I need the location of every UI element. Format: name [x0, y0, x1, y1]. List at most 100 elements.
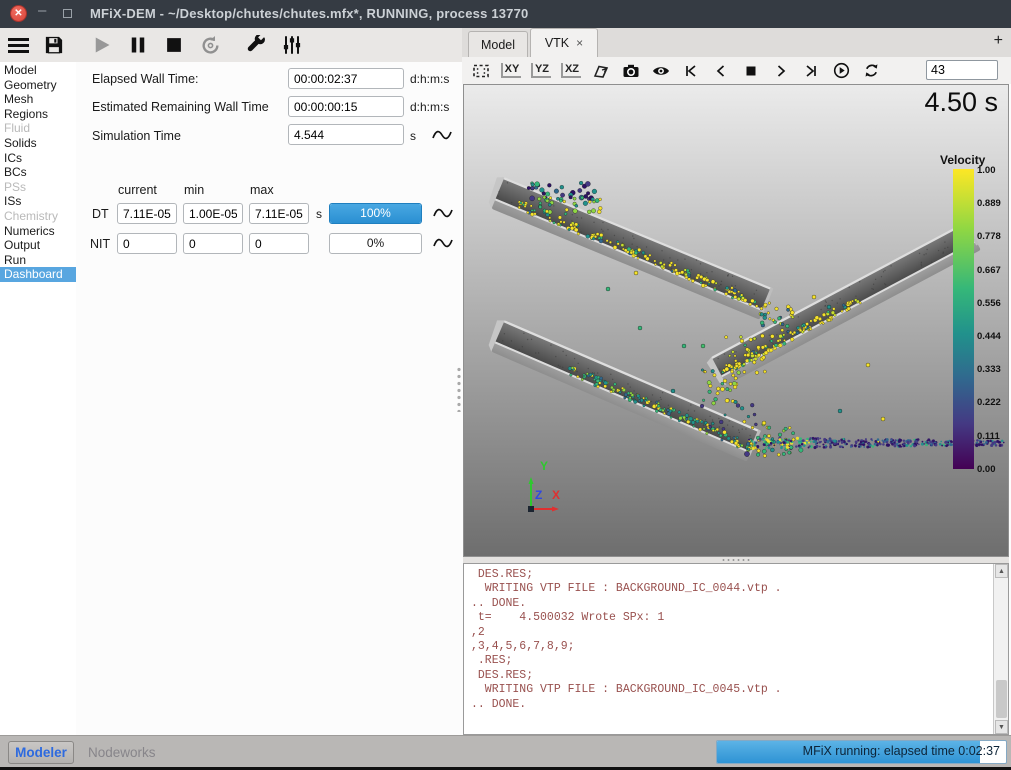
reset-button[interactable]: [192, 30, 228, 60]
elapsed-wall-time-input[interactable]: [288, 68, 404, 89]
console-output[interactable]: DES.RES; WRITING VTP FILE : BACKGROUND_I…: [463, 563, 1009, 735]
nodeworks-mode-button[interactable]: Nodeworks: [88, 741, 156, 764]
vtk-render-view[interactable]: 4.50 s Velocity 1.000.8890.7780.6670.556…: [463, 84, 1009, 557]
colorbar-tick-label: 0.444: [977, 331, 1001, 342]
tab-vtk-label: VTK: [545, 36, 569, 50]
run-button[interactable]: [84, 30, 120, 60]
sidebar-item-run[interactable]: Run: [0, 253, 76, 268]
stop-icon: [164, 35, 184, 55]
first-frame-button[interactable]: [678, 59, 704, 82]
tab-vtk[interactable]: VTK ×: [530, 28, 598, 57]
camera-icon: [622, 63, 640, 79]
console-line: WRITING VTP FILE : BACKGROUND_IC_0045.vt…: [471, 683, 992, 697]
axis-y-label: Y: [540, 459, 548, 473]
skip-last-icon: [804, 64, 818, 78]
frame-number-input[interactable]: [926, 60, 998, 80]
colorbar-tick-label: 0.889: [977, 198, 1001, 209]
vtk-toolbar: XY YZ XZ: [462, 57, 1011, 84]
nit-min-input[interactable]: [183, 233, 243, 254]
window-close-button[interactable]: ✕: [10, 5, 27, 22]
save-button[interactable]: [36, 30, 72, 60]
vertical-splitter[interactable]: [457, 366, 461, 412]
scroll-down-icon[interactable]: ▼: [995, 720, 1008, 734]
dt-row-label: DT: [92, 207, 109, 221]
visibility-button[interactable]: [648, 59, 674, 82]
dt-current-input[interactable]: [117, 203, 177, 224]
app-window: ✕ – MFiX-DEM - ~/Desktop/chutes/chutes.m…: [0, 0, 1011, 770]
sidebar-item-solids[interactable]: Solids: [0, 136, 76, 151]
sidebar-item-fluid: Fluid: [0, 121, 76, 136]
window-maximize-button[interactable]: [63, 9, 72, 18]
sidebar: ModelGeometryMeshRegionsFluidSolidsICsBC…: [0, 62, 76, 735]
console-lines: DES.RES; WRITING VTP FILE : BACKGROUND_I…: [464, 566, 992, 734]
hamburger-icon: [8, 38, 29, 53]
scroll-up-icon[interactable]: ▲: [995, 564, 1008, 578]
plot-nit-icon[interactable]: [433, 236, 453, 249]
tab-model-label: Model: [481, 38, 515, 52]
last-frame-button[interactable]: [798, 59, 824, 82]
sidebar-item-bcs[interactable]: BCs: [0, 165, 76, 180]
play-icon: [92, 35, 112, 55]
sidebar-item-model[interactable]: Model: [0, 63, 76, 78]
stop-playback-button[interactable]: [738, 59, 764, 82]
view-yz-button[interactable]: YZ: [528, 59, 554, 82]
modeler-mode-button[interactable]: Modeler: [8, 741, 74, 764]
perspective-button[interactable]: [588, 59, 614, 82]
nit-current-input[interactable]: [117, 233, 177, 254]
colorbar-tick-label: 0.333: [977, 364, 1001, 375]
save-icon: [44, 35, 64, 55]
reset-view-button[interactable]: [468, 59, 494, 82]
col-header-min: min: [184, 183, 204, 197]
sidebar-item-mesh[interactable]: Mesh: [0, 92, 76, 107]
screenshot-button[interactable]: [618, 59, 644, 82]
simulation-time-input[interactable]: [288, 124, 404, 145]
colorbar-tick-label: 0.556: [977, 298, 1001, 309]
col-header-current: current: [118, 183, 157, 197]
pause-icon: [128, 35, 148, 55]
dt-min-input[interactable]: [183, 203, 243, 224]
view-xz-button[interactable]: XZ: [558, 59, 584, 82]
sliders-icon: [282, 35, 302, 55]
add-tab-button[interactable]: +: [994, 32, 1003, 50]
skip-first-icon: [684, 64, 698, 78]
sidebar-item-dashboard[interactable]: Dashboard: [0, 267, 76, 282]
previous-frame-button[interactable]: [708, 59, 734, 82]
console-scrollbar[interactable]: ▲ ▼: [993, 564, 1008, 734]
remaining-wall-time-unit: d:h:m:s: [410, 100, 449, 114]
plot-simulation-time-icon[interactable]: [432, 128, 452, 141]
stop-playback-icon: [744, 64, 758, 78]
nit-row-label: NIT: [90, 237, 110, 251]
settings-button[interactable]: [238, 30, 274, 60]
titlebar: ✕ – MFiX-DEM - ~/Desktop/chutes/chutes.m…: [0, 0, 1011, 28]
stop-button[interactable]: [156, 30, 192, 60]
window-minimize-button[interactable]: –: [38, 2, 46, 19]
sidebar-item-numerics[interactable]: Numerics: [0, 224, 76, 239]
remaining-wall-time-input[interactable]: [288, 96, 404, 117]
next-frame-button[interactable]: [768, 59, 794, 82]
dashboard-panel: Elapsed Wall Time: d:h:m:s Estimated Rem…: [76, 62, 462, 735]
refresh-icon: [863, 62, 880, 79]
tab-vtk-close-icon[interactable]: ×: [576, 38, 583, 48]
window-title: MFiX-DEM - ~/Desktop/chutes/chutes.mfx*,…: [90, 6, 528, 21]
view-xy-button[interactable]: XY: [498, 59, 524, 82]
sidebar-item-iss[interactable]: ISs: [0, 194, 76, 209]
play-animation-button[interactable]: [828, 59, 854, 82]
sidebar-item-geometry[interactable]: Geometry: [0, 78, 76, 93]
scroll-thumb[interactable]: [996, 680, 1007, 718]
pause-button[interactable]: [120, 30, 156, 60]
plot-dt-icon[interactable]: [433, 206, 453, 219]
parameters-button[interactable]: [274, 30, 310, 60]
dt-max-input[interactable]: [249, 203, 309, 224]
axis-x-label: X: [552, 488, 560, 502]
nit-max-input[interactable]: [249, 233, 309, 254]
sidebar-item-output[interactable]: Output: [0, 238, 76, 253]
tab-model[interactable]: Model: [468, 31, 528, 57]
sidebar-item-regions[interactable]: Regions: [0, 107, 76, 122]
console-line: ,2: [471, 626, 992, 640]
dt-progress-bar: 100%: [329, 203, 422, 224]
sidebar-item-ics[interactable]: ICs: [0, 151, 76, 166]
menu-button[interactable]: [0, 30, 36, 60]
run-progress-text: MFiX running: elapsed time 0:02:37: [803, 744, 1000, 758]
refresh-button[interactable]: [858, 59, 884, 82]
col-header-max: max: [250, 183, 274, 197]
